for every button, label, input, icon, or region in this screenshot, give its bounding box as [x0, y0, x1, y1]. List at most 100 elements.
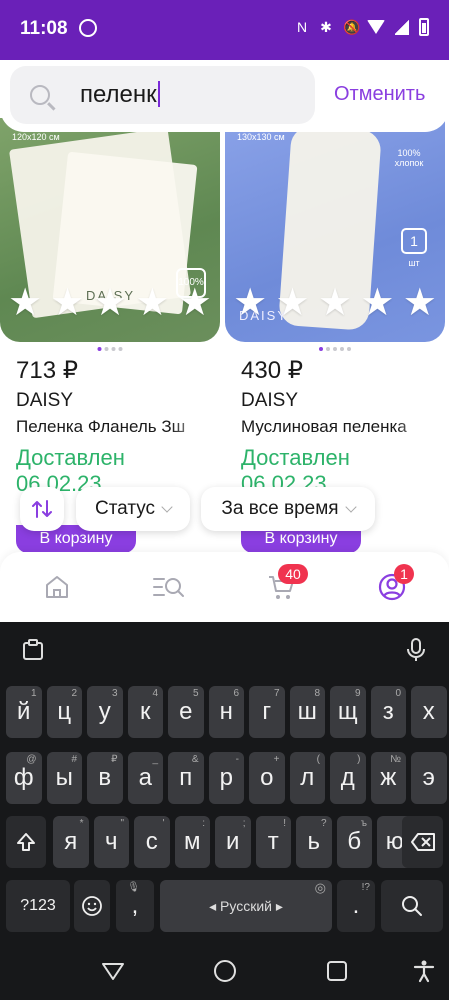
key-щ[interactable]: щ9	[330, 686, 366, 738]
key-п-hint: &	[191, 754, 199, 765]
delivery-status: Доставлен	[241, 445, 350, 470]
key-з-label: з	[382, 698, 394, 725]
home-circle-icon[interactable]	[213, 959, 237, 983]
key-о[interactable]: о +	[249, 752, 285, 804]
key-ш[interactable]: ш8	[289, 686, 325, 738]
search-icon	[30, 85, 50, 105]
sort-button[interactable]	[20, 487, 64, 531]
key-ч-hint: "	[120, 818, 124, 829]
nfc-icon: N	[296, 19, 308, 35]
key-л-hint: (	[316, 754, 320, 765]
nav-cart[interactable]: 40	[266, 564, 308, 602]
key-х[interactable]: х	[411, 686, 447, 738]
key-п-label: п	[179, 764, 193, 791]
key-б[interactable]: бъ	[336, 816, 372, 868]
key-ь[interactable]: ь?	[296, 816, 332, 868]
key-ы[interactable]: ы #	[46, 752, 82, 804]
period-filter-label: За все время	[221, 498, 339, 519]
key-г-label: г	[262, 698, 272, 725]
key-ж[interactable]: ж №	[370, 752, 406, 804]
key-с-label: с	[145, 828, 158, 855]
key-н[interactable]: н6	[208, 686, 244, 738]
search-header: пеленк Отменить	[0, 60, 449, 132]
period-filter[interactable]: За все время	[201, 487, 375, 531]
key-р[interactable]: р-	[208, 752, 244, 804]
key-ц-hint: 2	[71, 688, 77, 699]
key-ч[interactable]: ч "	[93, 816, 129, 868]
key-ц[interactable]: ц2	[46, 686, 82, 738]
status-filter[interactable]: Статус	[76, 487, 190, 531]
product-title: Пеленка Фланель Зш	[16, 417, 186, 436]
image-pager	[97, 347, 123, 351]
key-н-hint: 6	[233, 688, 239, 699]
accessibility-icon[interactable]	[412, 959, 436, 983]
nav-home[interactable]	[42, 572, 72, 602]
key-г[interactable]: г7	[249, 686, 285, 738]
key-к[interactable]: к4	[127, 686, 163, 738]
key-э[interactable]: э	[411, 752, 447, 804]
key-ж-hint: №	[390, 754, 401, 765]
search-key[interactable]	[381, 880, 443, 932]
status-filter-label: Статус	[94, 498, 156, 519]
product-image[interactable]: 130x130 см 100% хлопок 1 шт DAISY ★ ★ ★ …	[225, 118, 445, 342]
key-и[interactable]: и;	[215, 816, 251, 868]
shift-key[interactable]	[6, 816, 46, 868]
key-м-hint: :	[202, 818, 205, 829]
key-т[interactable]: т!	[255, 816, 291, 868]
key-й-hint: 1	[30, 688, 37, 699]
key-п[interactable]: п &	[168, 752, 204, 804]
key-л[interactable]: л(	[289, 752, 325, 804]
key-у[interactable]: у3	[87, 686, 123, 738]
key-д[interactable]: д)	[330, 752, 366, 804]
product-card[interactable]: 120x120 см 100% DAISY ★ ★ ★ ★ ★ 713 ₽ DA…	[0, 118, 220, 553]
key-в[interactable]: в ₽	[87, 752, 123, 804]
key-я[interactable]: я *	[53, 816, 89, 868]
nav-catalog[interactable]	[152, 572, 184, 602]
key-ч-label: ч	[104, 828, 118, 855]
recents-icon[interactable]	[325, 959, 349, 983]
key-ф-label: ф	[13, 764, 34, 791]
key-р-hint: -	[235, 754, 239, 765]
emoji-key[interactable]	[74, 880, 110, 932]
back-icon[interactable]	[101, 959, 125, 983]
symbols-key[interactable]: ?123	[6, 880, 70, 932]
product-card[interactable]: 130x130 см 100% хлопок 1 шт DAISY ★ ★ ★ …	[225, 118, 445, 553]
pager-dot	[111, 347, 116, 351]
key-ф[interactable]: ф @	[6, 752, 42, 804]
count-unit: шт	[408, 258, 420, 268]
microphone-icon[interactable]	[406, 637, 426, 663]
key-я-label: я	[64, 828, 78, 855]
cart-badge: 40	[278, 564, 308, 584]
key-у-hint: 3	[111, 688, 118, 699]
star-icon: ★	[50, 282, 85, 324]
backspace-key[interactable]	[402, 816, 443, 868]
chevron-down-icon	[344, 501, 357, 513]
search-input[interactable]: пеленк	[10, 66, 315, 124]
key-ы-label: ы	[55, 764, 73, 791]
profile-badge: 1	[394, 564, 414, 584]
key-й[interactable]: й1	[6, 686, 42, 738]
key-и-hint: ;	[242, 818, 246, 829]
clipboard-icon[interactable]	[22, 639, 44, 661]
key-а[interactable]: а _	[127, 752, 163, 804]
key-м[interactable]: м:	[174, 816, 210, 868]
key-е-label: е	[179, 698, 193, 725]
key-о-hint: +	[273, 754, 280, 765]
viber-icon	[79, 19, 97, 37]
space-key[interactable]: ◂ Русский ▸ ◎	[160, 880, 332, 932]
search-query[interactable]: пеленк	[80, 81, 160, 109]
key-ь-hint: ?	[320, 818, 327, 829]
cancel-button[interactable]: Отменить	[334, 83, 425, 106]
key-з[interactable]: з0	[370, 686, 406, 738]
mute-icon: 🔕	[343, 19, 361, 35]
star-icon: ★	[92, 282, 128, 324]
key-т-label: т	[267, 828, 279, 855]
comma-key[interactable]: , 🎙	[116, 880, 154, 932]
period-key[interactable]: .!?	[337, 880, 375, 932]
product-image[interactable]: 120x120 см 100% DAISY ★ ★ ★ ★ ★	[0, 118, 220, 342]
key-е[interactable]: е5	[168, 686, 204, 738]
key-с[interactable]: с '	[134, 816, 170, 868]
nav-profile[interactable]: 1	[377, 564, 414, 602]
search-query-text: пеленк	[80, 81, 157, 108]
status-time: 11:08	[20, 18, 68, 39]
